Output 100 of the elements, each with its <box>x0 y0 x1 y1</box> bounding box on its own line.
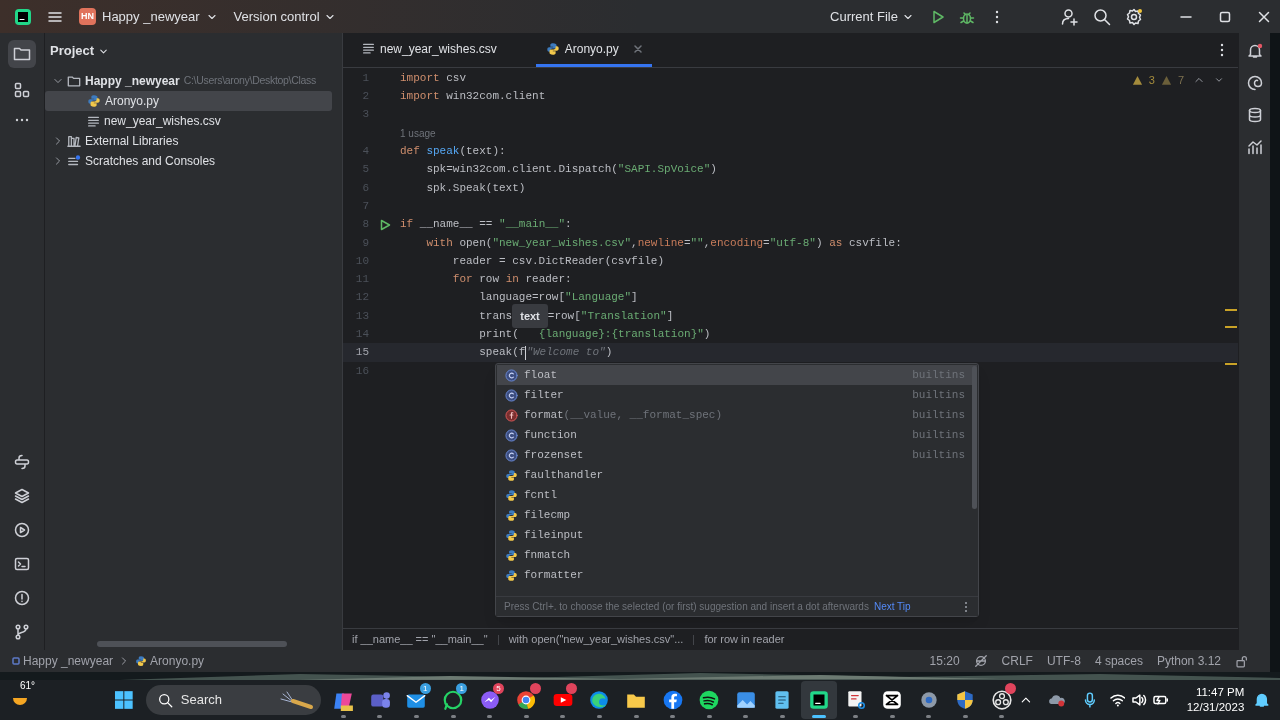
taskbar-app[interactable] <box>800 681 838 719</box>
microphone-icon[interactable] <box>1083 692 1096 708</box>
breadcrumb[interactable]: Aronyo.py <box>150 652 205 670</box>
code-line: spk=win32com.client.Dispatch("SAPI.SpVoice") <box>425 162 717 178</box>
teams-app-icon <box>368 689 391 711</box>
clock-date[interactable]: 12/31/2023 <box>1186 700 1245 715</box>
weak-warning-count: 7 <box>1177 73 1184 88</box>
notification-badge: 1 <box>419 683 431 694</box>
spotify-app-icon <box>698 689 721 711</box>
editor-tab[interactable]: new_year_wishes.csv <box>352 33 524 67</box>
breadcrumb[interactable]: for row in reader <box>704 631 785 648</box>
line-number: 15 <box>354 345 369 361</box>
tree-item[interactable]: new_year_wishes.csv <box>45 111 332 131</box>
tree-item-label: External Libraries <box>85 133 179 150</box>
code-line: language=row["Language"] <box>478 290 638 306</box>
taskbar-app[interactable]: 5 <box>471 681 508 719</box>
onedrive-icon[interactable] <box>1048 693 1066 707</box>
python-file-icon <box>545 41 560 56</box>
problems-icon[interactable] <box>14 590 30 606</box>
interpreter-selector[interactable]: Python 3.12 <box>1156 652 1221 670</box>
pycharm-app-icon <box>807 689 830 711</box>
database-icon[interactable] <box>1246 107 1263 123</box>
code-line: for row in reader: <box>451 272 572 288</box>
editor-tab[interactable]: Aronyo.py <box>535 33 652 67</box>
python-icon <box>505 548 518 562</box>
tree-item-label: Aronyo.py <box>105 93 160 110</box>
messenger-app-icon <box>478 689 501 711</box>
run-configuration[interactable]: Current File <box>830 6 914 27</box>
tree-item[interactable]: Aronyo.py <box>45 91 332 111</box>
completion-item[interactable]: filter builtins <box>497 385 977 405</box>
maximize-icon[interactable] <box>1219 10 1231 23</box>
text-file-icon <box>87 114 100 128</box>
search-icon[interactable] <box>1093 7 1111 26</box>
run-gutter-icon[interactable] <box>378 218 391 231</box>
whatsapp-app-icon <box>442 689 465 711</box>
git-icon[interactable] <box>14 624 30 640</box>
volume-icon[interactable] <box>1131 693 1147 707</box>
code-line: spk.Speak(text) <box>425 180 526 196</box>
project-switcher[interactable]: HN Happy _newyear <box>79 6 218 27</box>
layers-icon[interactable] <box>14 488 30 504</box>
text-file-icon <box>362 42 375 55</box>
breadcrumb[interactable]: Happy _newyear <box>23 652 114 670</box>
start-icon[interactable] <box>114 690 134 710</box>
version-control-menu[interactable]: Version control <box>233 6 336 27</box>
readonly-toggle-icon[interactable] <box>973 654 988 668</box>
wifi-icon[interactable] <box>1109 693 1126 707</box>
next-tip-link[interactable]: Next Tip <box>873 599 911 614</box>
notification-badge: 5 <box>492 683 504 694</box>
caret-position[interactable]: 15:20 <box>929 652 960 670</box>
class-icon <box>505 368 518 382</box>
code-line: with open("new_year_wishes.csv",newline="",encoding="utf-8") as csvfile: <box>425 235 902 251</box>
notifications-icon[interactable] <box>1246 43 1263 59</box>
code-line: reader = csv.DictReader(csvfile) <box>451 253 665 269</box>
breadcrumb[interactable]: with open("new_year_wishes.csv"... <box>508 631 684 648</box>
project-panel-title[interactable]: Project <box>50 41 110 61</box>
add-user-icon[interactable] <box>1061 7 1079 26</box>
completion-item[interactable]: format(__value, __format_spec) builtins <box>497 405 977 425</box>
tree-item[interactable]: Scratches and Consoles <box>45 151 332 171</box>
completion-item[interactable]: frozenset builtins <box>497 445 977 465</box>
services-icon[interactable] <box>14 522 30 538</box>
photos-app-icon <box>734 689 757 711</box>
function-icon <box>505 408 518 422</box>
project-tool-button[interactable] <box>8 40 36 68</box>
completion-item[interactable]: faulthandler <box>497 465 977 485</box>
usage-hint: 1 usage <box>400 126 436 141</box>
horizontal-scrollbar[interactable] <box>97 641 287 647</box>
settings-icon[interactable] <box>1125 7 1143 26</box>
line-separator[interactable]: CRLF <box>1001 652 1033 670</box>
more-icon[interactable] <box>15 118 29 122</box>
terminal-icon[interactable] <box>14 556 30 572</box>
lock-icon[interactable] <box>1235 654 1248 668</box>
breadcrumb[interactable]: if __name__ == "__main__" <box>352 631 488 648</box>
structure-icon[interactable] <box>14 82 30 98</box>
file-encoding[interactable]: UTF-8 <box>1046 652 1081 670</box>
completion-item[interactable]: fileinput <box>497 525 977 545</box>
tree-item[interactable]: External Libraries <box>45 131 332 151</box>
python-packages-icon[interactable] <box>14 454 30 470</box>
completion-item[interactable]: function builtins <box>497 425 977 445</box>
battery-icon[interactable] <box>1153 694 1169 706</box>
analytics-icon[interactable] <box>1246 139 1263 155</box>
indent-setting[interactable]: 4 spaces <box>1094 652 1143 670</box>
python-icon <box>505 528 518 542</box>
scrollbar-thumb[interactable] <box>972 366 977 509</box>
folder-path: C:\Users\arony\Desktop\Class <box>183 73 316 89</box>
tree-item-label: Happy _newyear <box>85 73 180 90</box>
completion-item[interactable]: filecmp <box>497 505 977 525</box>
completion-hint: Press Ctrl+. to choose the selected (or first) suggestion and insert a dot afterwards <box>504 600 869 614</box>
completion-item[interactable]: fcntl <box>497 485 977 505</box>
search-box[interactable]: Search <box>145 685 321 715</box>
clock-time[interactable]: 11:47 PM <box>1195 685 1245 700</box>
run-icon[interactable] <box>930 8 946 25</box>
completion-item[interactable]: formatter <box>497 565 977 585</box>
ai-assistant-icon[interactable] <box>1246 75 1263 91</box>
tree-item[interactable]: Happy _newyear C:\Users\arony\Desktop\Class <box>45 71 332 91</box>
more-icon[interactable] <box>1220 43 1224 57</box>
notifications-icon[interactable] <box>1254 692 1270 708</box>
app-logo-icon[interactable] <box>14 7 32 26</box>
more-icon[interactable] <box>995 9 999 24</box>
python-icon <box>505 488 518 502</box>
completion-item[interactable]: fnmatch <box>497 545 977 565</box>
